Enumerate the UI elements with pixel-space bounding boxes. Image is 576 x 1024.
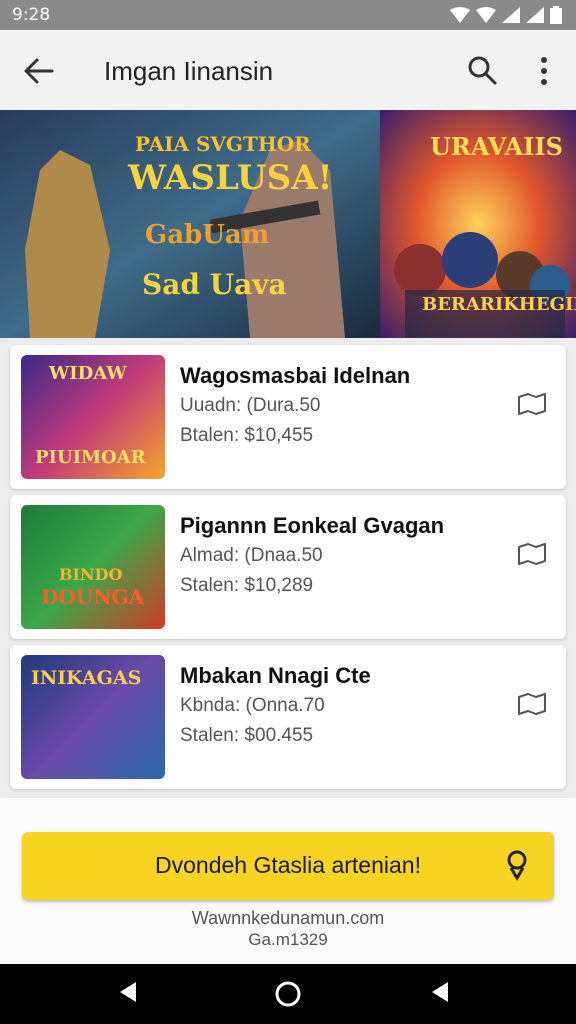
bottom-panel: Dvondeh Gtaslia artenian! Wawnnkedunamun… (0, 798, 576, 964)
bookmark-icon[interactable] (516, 691, 548, 717)
more-options-icon[interactable] (530, 54, 558, 88)
list-item[interactable]: INIKAGAS Mbakan Nnagi Cte Kbnda: (Onna.7… (10, 645, 566, 789)
thumbnail-title: PIUIMOAR (35, 447, 146, 468)
game-thumbnail: WIDAW PIUIMOAR (21, 355, 165, 479)
download-button[interactable]: Dvondeh Gtaslia artenian! (22, 832, 554, 900)
game-thumbnail: INIKAGAS (21, 655, 165, 779)
banner-sub-2: Sad Uava (142, 268, 287, 301)
featured-banner[interactable]: PAIA SVGTHOR WASLUSA! GabUam Sad Uava UR… (0, 110, 576, 338)
cell-signal-2-icon (526, 7, 544, 23)
game-name: Wagosmasbai Idelnan (180, 363, 411, 388)
thumbnail-top-text: BINDO (59, 565, 123, 584)
banner-sub-1: GabUam (145, 220, 270, 250)
game-thumbnail: BINDO DOUNGA (21, 505, 165, 629)
bookmark-icon[interactable] (516, 541, 548, 567)
page-title: Imgan Iinansin (104, 56, 274, 86)
thumbnail-title: DOUNGA (41, 585, 145, 609)
game-balance: Btalen: $10,455 (180, 425, 314, 446)
banner-heading-2: WASLUSA! (128, 158, 333, 198)
game-balance: Stalen: $00.455 (180, 725, 314, 746)
home-nav-icon[interactable] (274, 980, 302, 1008)
footer-code: Ga.m1329 (248, 930, 328, 949)
status-bar: 9:28 (0, 0, 576, 30)
bookmark-icon[interactable] (516, 391, 548, 417)
game-balance: Stalen: $10,289 (180, 575, 314, 596)
thumbnail-title: INIKAGAS (31, 667, 142, 689)
navigation-bar (0, 964, 576, 1024)
list-item[interactable]: WIDAW PIUIMOAR Wagosmasbai Idelnan Uuadn… (10, 345, 566, 489)
game-detail: Uuadn: (Dura.50 (180, 395, 321, 416)
wifi-icon (450, 7, 470, 23)
download-button-label: Dvondeh Gtaslia artenian! (155, 852, 421, 878)
game-detail: Kbnda: (Onna.70 (180, 695, 325, 716)
game-detail: Almad: (Dnaa.50 (180, 545, 323, 566)
banner-right-heading: URAVAIIS (430, 132, 563, 161)
location-pin-icon (507, 850, 527, 881)
back-nav-icon[interactable] (116, 980, 140, 1004)
status-time: 9:28 (12, 5, 51, 25)
list-item[interactable]: BINDO DOUNGA Pigannn Eonkeal Gvagan Alma… (10, 495, 566, 639)
back-arrow-icon[interactable] (22, 54, 56, 88)
banner-heading-1: PAIA SVGTHOR (135, 132, 311, 156)
cell-signal-icon (502, 7, 520, 23)
thumbnail-top-text: WIDAW (49, 363, 127, 384)
game-name: Pigannn Eonkeal Gvagan (180, 513, 445, 538)
game-name: Mbakan Nnagi Cte (180, 663, 371, 688)
search-icon[interactable] (466, 54, 498, 86)
app-bar: Imgan Iinansin (0, 30, 576, 110)
status-icons (450, 6, 562, 24)
banner-right-footer: BERARIKHEGIN (422, 294, 576, 315)
battery-icon (550, 6, 562, 24)
recents-nav-icon[interactable] (428, 980, 452, 1004)
signal-icon (476, 7, 496, 23)
footer-website[interactable]: Wawnnkedunamun.com (0, 908, 576, 929)
